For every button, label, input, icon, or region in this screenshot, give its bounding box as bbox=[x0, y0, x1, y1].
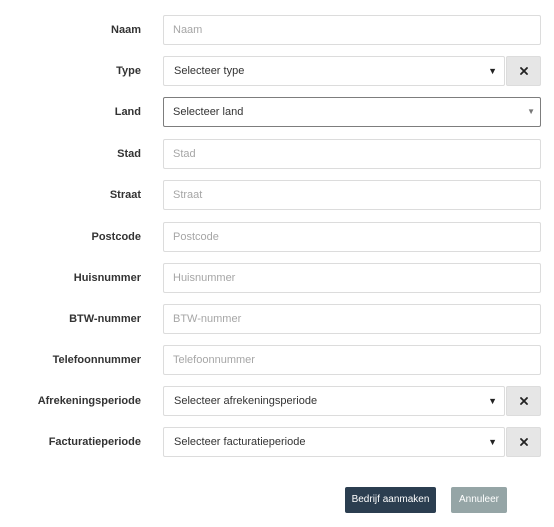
caret-down-icon: ▼ bbox=[488, 396, 497, 406]
afrekening-label: Afrekeningsperiode bbox=[37, 395, 141, 407]
row-land: Land Selecteer land ▼ bbox=[0, 97, 554, 127]
company-form: Naam Type Selecteer type ▼ Land Selectee… bbox=[0, 0, 554, 527]
facturatie-clear-button[interactable] bbox=[506, 427, 541, 457]
naam-label: Naam bbox=[111, 24, 141, 36]
land-select-value: Selecteer land bbox=[173, 106, 244, 118]
row-straat: Straat bbox=[0, 180, 554, 210]
postcode-input[interactable] bbox=[163, 222, 541, 252]
facturatie-select[interactable]: Selecteer facturatieperiode ▼ bbox=[163, 427, 505, 457]
row-postcode: Postcode bbox=[0, 222, 554, 252]
row-telefoon: Telefoonnummer bbox=[0, 345, 554, 375]
facturatie-select-value: Selecteer facturatieperiode bbox=[174, 436, 306, 448]
row-afrekening: Afrekeningsperiode Selecteer afrekenings… bbox=[0, 386, 554, 416]
huisnummer-label: Huisnummer bbox=[73, 272, 141, 284]
straat-input[interactable] bbox=[163, 180, 541, 210]
row-type: Type Selecteer type ▼ bbox=[0, 56, 554, 86]
stad-label: Stad bbox=[117, 148, 141, 160]
afrekening-select-value: Selecteer afrekeningsperiode bbox=[174, 395, 318, 407]
stad-input[interactable] bbox=[163, 139, 541, 169]
row-facturatie: Facturatieperiode Selecteer facturatiepe… bbox=[0, 427, 554, 457]
type-clear-button[interactable] bbox=[506, 56, 541, 86]
row-huisnummer: Huisnummer bbox=[0, 263, 554, 293]
type-select[interactable]: Selecteer type ▼ bbox=[163, 56, 505, 86]
caret-down-icon: ▼ bbox=[527, 107, 535, 116]
row-btw: BTW-nummer bbox=[0, 304, 554, 334]
telefoon-label: Telefoonnummer bbox=[52, 354, 141, 366]
postcode-label: Postcode bbox=[91, 231, 141, 243]
close-icon bbox=[519, 438, 528, 446]
land-select[interactable]: Selecteer land ▼ bbox=[163, 97, 541, 127]
close-icon bbox=[519, 67, 528, 75]
telefoon-input[interactable] bbox=[163, 345, 541, 375]
btw-input[interactable] bbox=[163, 304, 541, 334]
type-select-value: Selecteer type bbox=[174, 65, 245, 77]
type-label: Type bbox=[116, 65, 141, 77]
row-naam: Naam bbox=[0, 15, 554, 45]
land-label: Land bbox=[114, 106, 141, 118]
caret-down-icon: ▼ bbox=[488, 437, 497, 447]
row-stad: Stad bbox=[0, 139, 554, 169]
straat-label: Straat bbox=[109, 189, 141, 201]
huisnummer-input[interactable] bbox=[163, 263, 541, 293]
create-company-button[interactable]: Bedrijf aanmaken bbox=[345, 487, 436, 513]
close-icon bbox=[519, 397, 528, 405]
afrekening-clear-button[interactable] bbox=[506, 386, 541, 416]
caret-down-icon: ▼ bbox=[488, 66, 497, 76]
facturatie-label: Facturatieperiode bbox=[48, 436, 141, 448]
afrekening-select[interactable]: Selecteer afrekeningsperiode ▼ bbox=[163, 386, 505, 416]
btw-label: BTW-nummer bbox=[69, 313, 141, 325]
cancel-button[interactable]: Annuleer bbox=[451, 487, 507, 513]
naam-input[interactable] bbox=[163, 15, 541, 45]
